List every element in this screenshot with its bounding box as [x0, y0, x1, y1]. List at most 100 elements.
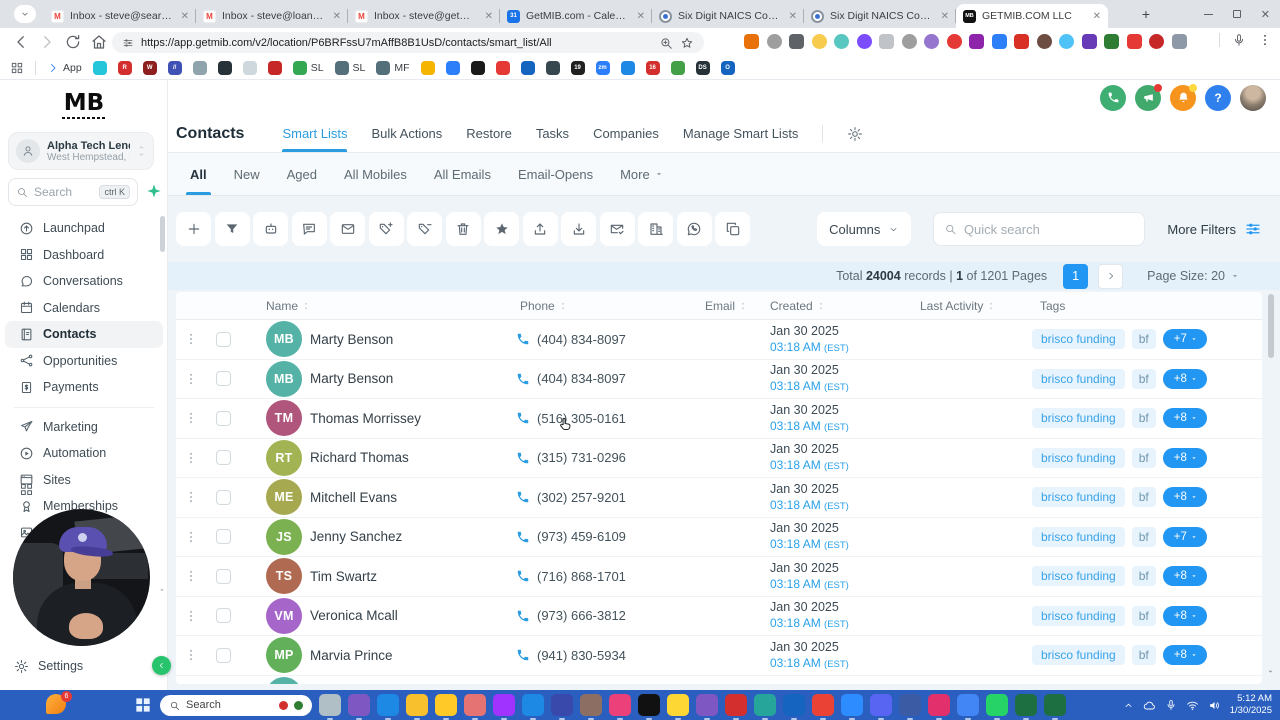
- row-checkbox[interactable]: [216, 411, 231, 426]
- sort-icon[interactable]: [558, 301, 568, 311]
- extension-icon[interactable]: [902, 34, 917, 49]
- sidebar-item-dashboard[interactable]: Dashboard: [5, 242, 163, 269]
- extension-icon[interactable]: [1082, 34, 1097, 49]
- browser-menu-icon[interactable]: [1258, 33, 1272, 47]
- extension-icon[interactable]: [1127, 34, 1142, 49]
- toolbar-starfill-button[interactable]: [484, 212, 519, 246]
- row-menu-button[interactable]: [176, 648, 206, 662]
- new-tab-button[interactable]: +: [1138, 6, 1154, 22]
- taskbar-app-zoom[interactable]: [841, 694, 863, 716]
- sidebar-item-launchpad[interactable]: Launchpad: [5, 215, 163, 242]
- account-switcher[interactable]: Alpha Tech Lending West Hempstead, NY: [8, 132, 154, 170]
- extension-icon[interactable]: [744, 34, 759, 49]
- toolbar-whatsapp-button[interactable]: [677, 212, 712, 246]
- contact-phone[interactable]: (941) 830-5934: [512, 648, 697, 663]
- table-row[interactable]: JS Jenny Sanchez (973) 459-6109 Jan 30 2025…: [176, 518, 1262, 558]
- contact-phone[interactable]: (973) 459-6109: [512, 529, 697, 544]
- contact-phone[interactable]: (716) 868-1701: [512, 569, 697, 584]
- row-checkbox[interactable]: [216, 332, 231, 347]
- bookmark-item[interactable]: [218, 61, 232, 75]
- taskbar-app-task-view[interactable]: [319, 694, 341, 716]
- row-menu-button[interactable]: [176, 411, 206, 425]
- bookmark-app[interactable]: App: [47, 62, 82, 74]
- row-menu-button[interactable]: [176, 530, 206, 544]
- tab-manage-smart-lists[interactable]: Manage Smart Lists: [683, 115, 799, 152]
- back-button[interactable]: [12, 33, 30, 51]
- column-header-email[interactable]: Email: [697, 299, 762, 313]
- tab-close-icon[interactable]: ✕: [789, 11, 797, 22]
- more-tags-dropdown[interactable]: +8: [1163, 487, 1207, 507]
- taskbar-app-messenger[interactable]: [493, 694, 515, 716]
- user-avatar[interactable]: [1240, 85, 1266, 111]
- browser-tab[interactable]: Six Digit NAICS Codes & Titles ✕: [804, 4, 956, 28]
- tab-close-icon[interactable]: ✕: [485, 11, 493, 22]
- table-scrollbar[interactable]: [1268, 294, 1274, 358]
- bookmark-item[interactable]: SL: [335, 61, 366, 75]
- taskbar-app-docs[interactable]: [783, 694, 805, 716]
- row-checkbox[interactable]: [216, 648, 231, 663]
- sidebar-item-calendars[interactable]: Calendars: [5, 295, 163, 322]
- sidebar-item-payments[interactable]: Payments: [5, 374, 163, 401]
- tab-smart-lists[interactable]: Smart Lists: [282, 115, 347, 152]
- ai-sparkle-icon[interactable]: [146, 183, 162, 199]
- taskbar-app-instagram[interactable]: [928, 694, 950, 716]
- taskbar-clock[interactable]: 5:12 AM 1/30/2025: [1230, 693, 1272, 718]
- tab-close-icon[interactable]: ✕: [941, 11, 949, 22]
- browser-tab[interactable]: MInbox - steve@loandaddy.ai - C✕: [196, 4, 348, 28]
- table-row[interactable]: MB Marty Benson (404) 834-8097 Jan 30 2025 0…: [176, 320, 1262, 360]
- bookmark-item[interactable]: [521, 61, 535, 75]
- sort-icon[interactable]: [738, 301, 748, 311]
- extension-icon[interactable]: [812, 34, 827, 49]
- tab-close-icon[interactable]: ✕: [333, 11, 341, 22]
- next-page-button[interactable]: [1098, 264, 1123, 289]
- taskbar-app-snipping-tool[interactable]: [464, 694, 486, 716]
- taskbar-app-snapchat[interactable]: [667, 694, 689, 716]
- bookmark-item[interactable]: [268, 61, 282, 75]
- toolbar-copy-button[interactable]: [715, 212, 750, 246]
- more-tags-dropdown[interactable]: +8: [1163, 606, 1207, 626]
- tab-search-button[interactable]: [14, 5, 36, 23]
- bookmark-item[interactable]: [421, 61, 435, 75]
- tab-tasks[interactable]: Tasks: [536, 115, 569, 152]
- bookmark-item[interactable]: [471, 61, 485, 75]
- filter-tab-all-mobiles[interactable]: All Mobiles: [344, 153, 407, 195]
- bookmark-item[interactable]: [621, 61, 635, 75]
- taskbar-app-bell-app[interactable]: [899, 694, 921, 716]
- taskbar-app-opera[interactable]: [725, 694, 747, 716]
- taskbar-app-app-globe[interactable]: [754, 694, 776, 716]
- tab-close-icon[interactable]: ✕: [1093, 11, 1101, 22]
- table-row[interactable]: MB Marty Benson (404) 834-8097 Jan 30 2025 0…: [176, 360, 1262, 400]
- extension-icon[interactable]: [1014, 34, 1029, 49]
- more-tags-dropdown[interactable]: +8: [1163, 408, 1207, 428]
- quick-search-input[interactable]: [964, 222, 1134, 237]
- home-button[interactable]: [90, 33, 108, 51]
- bookmark-item[interactable]: [93, 61, 107, 75]
- taskbar-app-photos[interactable]: [609, 694, 631, 716]
- column-header-last-activity[interactable]: Last Activity: [912, 299, 1032, 313]
- contact-phone[interactable]: (973) 666-3812: [512, 608, 697, 623]
- toolbar-tagminus-button[interactable]: [407, 212, 442, 246]
- forward-button[interactable]: [38, 33, 56, 51]
- filter-tab-all-emails[interactable]: All Emails: [434, 153, 491, 195]
- minimize-button[interactable]: [1204, 14, 1213, 15]
- taskbar-app-sticky-notes[interactable]: [435, 694, 457, 716]
- table-row[interactable]: ME Mitchell Evans (302) 257-9201 Jan 30 202…: [176, 478, 1262, 518]
- row-menu-button[interactable]: [176, 451, 206, 465]
- row-menu-button[interactable]: [176, 332, 206, 346]
- toolbar-funnel-button[interactable]: [215, 212, 250, 246]
- filter-tab-new[interactable]: New: [234, 153, 260, 195]
- toolbar-trash-button[interactable]: [446, 212, 481, 246]
- extension-icon[interactable]: [1172, 34, 1187, 49]
- browser-tab[interactable]: M Inbox - steve@searchlightlend ✕: [44, 4, 196, 28]
- taskbar-app-excel-doc[interactable]: [1015, 694, 1037, 716]
- toolbar-bot-button[interactable]: [253, 212, 288, 246]
- bookmark-item[interactable]: [446, 61, 460, 75]
- zoom-icon[interactable]: [659, 36, 673, 50]
- row-checkbox[interactable]: [216, 608, 231, 623]
- extension-icon[interactable]: [857, 34, 872, 49]
- site-settings-icon[interactable]: [122, 37, 134, 49]
- contact-phone[interactable]: (404) 834-8097: [512, 332, 697, 347]
- maximize-button[interactable]: [1233, 10, 1241, 18]
- sidebar-item-marketing[interactable]: Marketing: [5, 414, 163, 441]
- onedrive-icon[interactable]: [1143, 699, 1156, 712]
